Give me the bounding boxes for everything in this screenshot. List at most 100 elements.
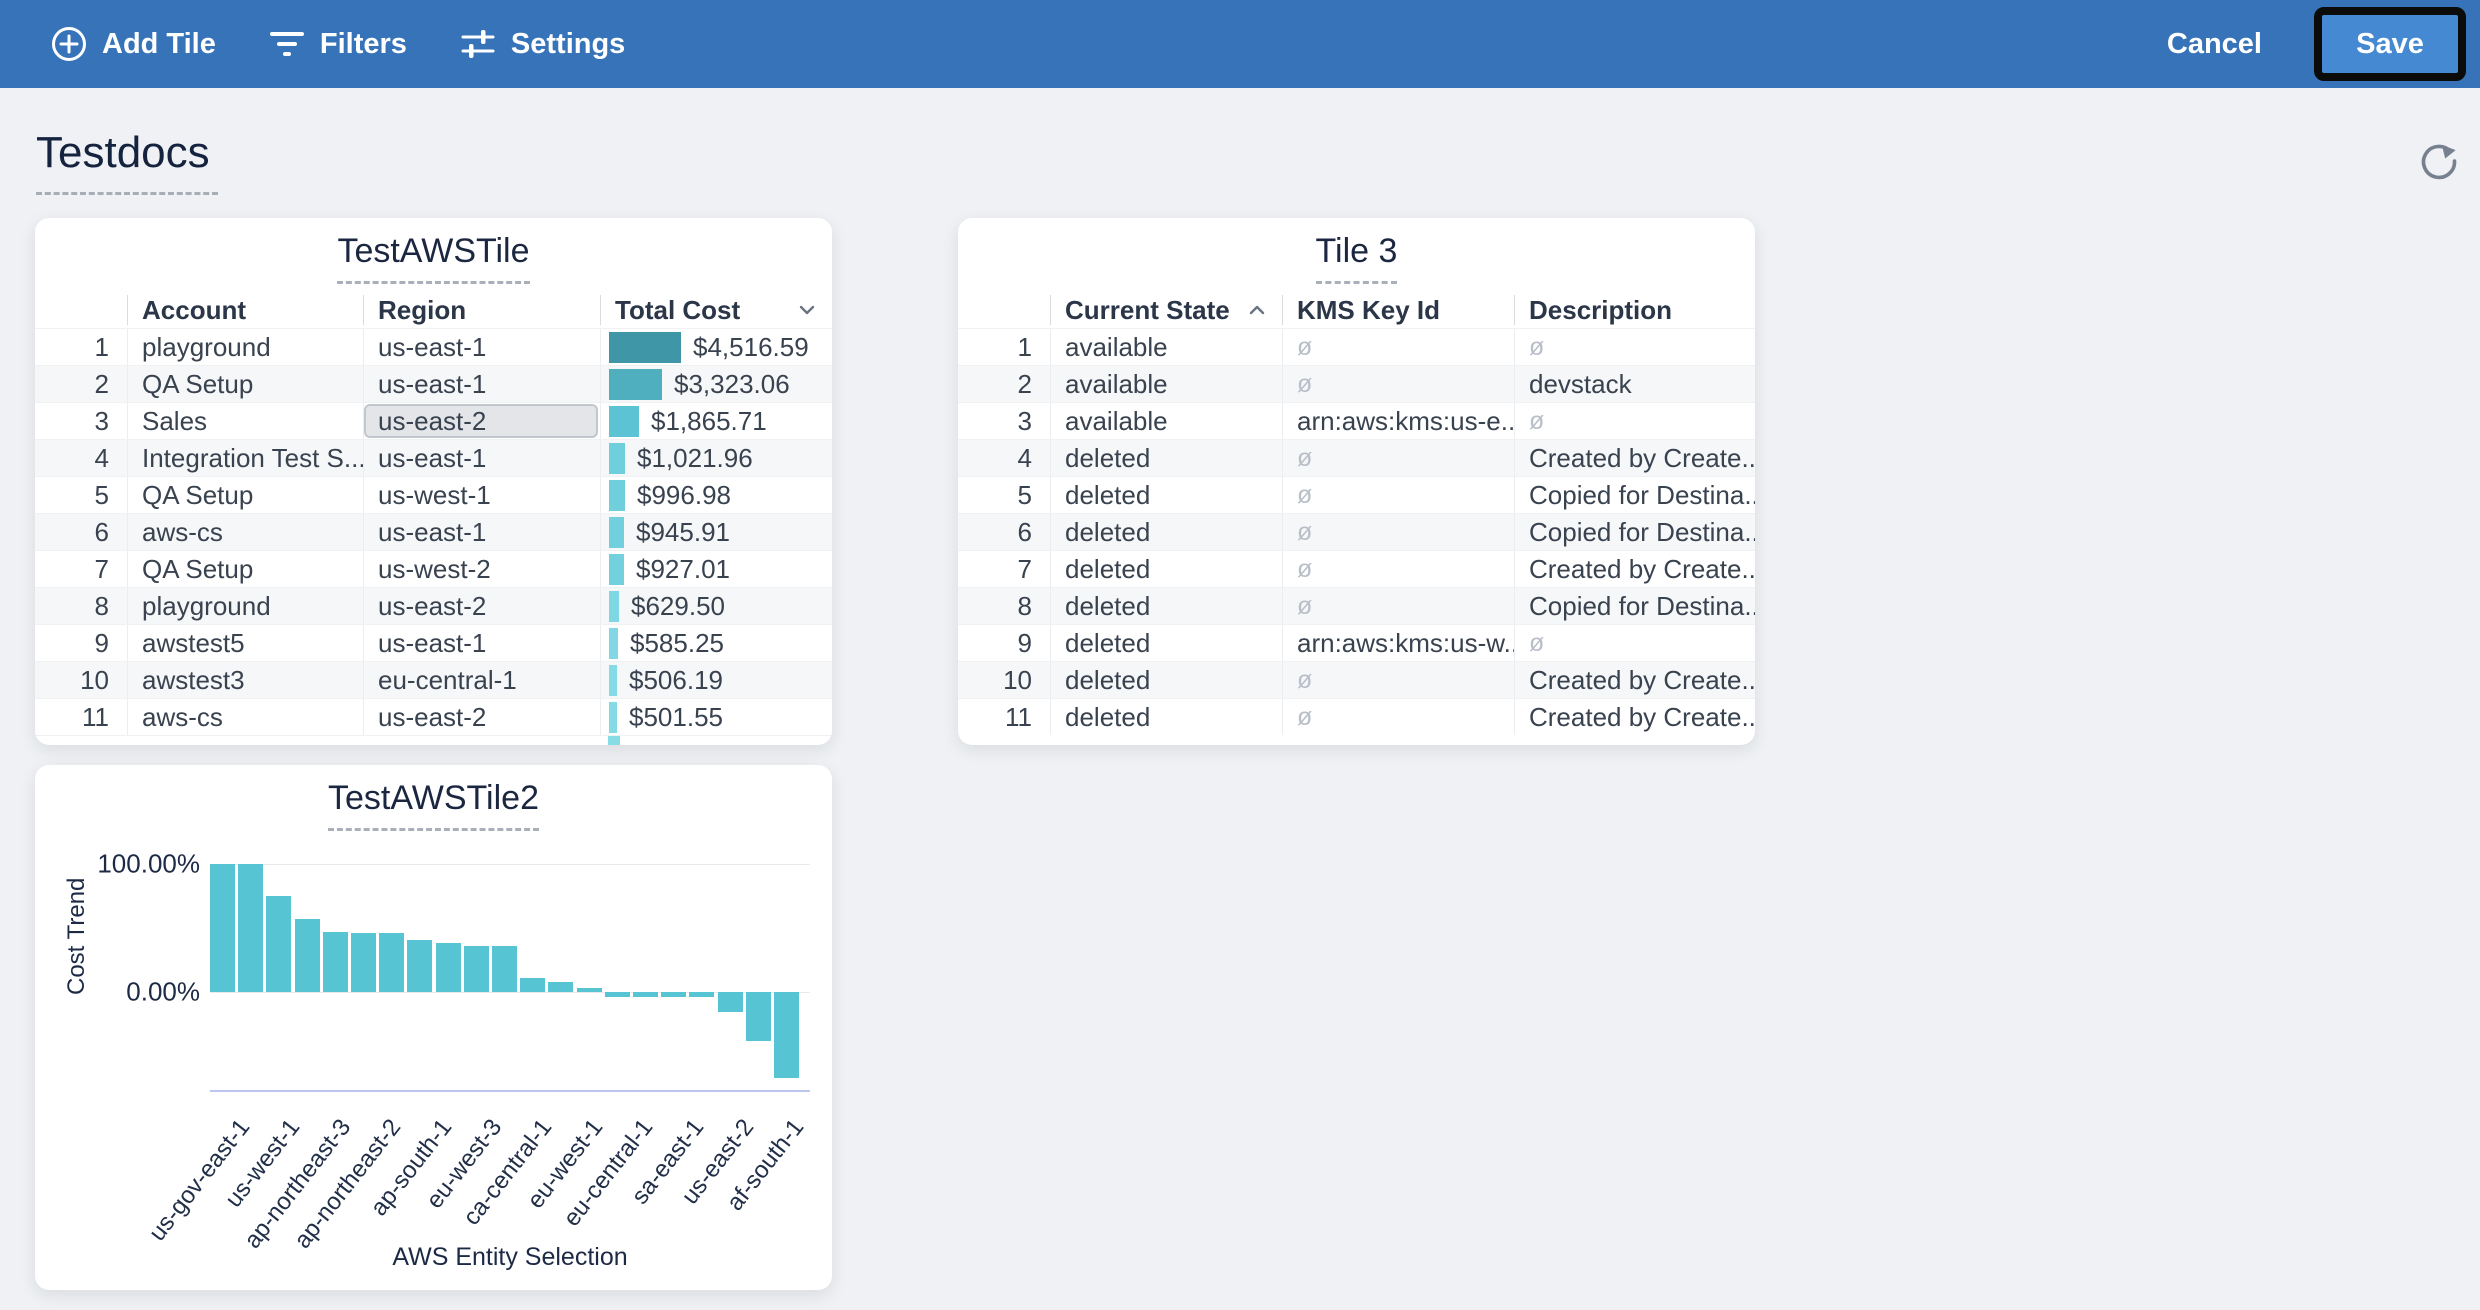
cell-description[interactable]: Copied for Destina...: [1514, 588, 1755, 624]
cell-account[interactable]: QA Setup: [127, 551, 363, 587]
cell-total-cost[interactable]: $1,865.71: [600, 403, 832, 439]
cell-kms-key-id[interactable]: ø: [1282, 551, 1514, 587]
chart-bar[interactable]: [520, 978, 545, 992]
cell-kms-key-id[interactable]: ø: [1282, 588, 1514, 624]
cell-current-state[interactable]: deleted: [1050, 588, 1282, 624]
chart-bar[interactable]: [351, 933, 376, 992]
column-header-current-state[interactable]: Current State: [1050, 295, 1282, 325]
cell-region[interactable]: us-east-1: [363, 440, 600, 476]
chart-bar[interactable]: [210, 864, 235, 992]
cell-account[interactable]: aws-cs: [127, 699, 363, 735]
cell-total-cost[interactable]: $4,516.59: [600, 329, 832, 365]
cell-kms-key-id[interactable]: ø: [1282, 514, 1514, 550]
chart-bar[interactable]: [407, 940, 432, 992]
cell-description[interactable]: ø: [1514, 625, 1755, 661]
cell-region[interactable]: us-east-2: [363, 403, 600, 439]
cell-kms-key-id[interactable]: arn:aws:kms:us-w...: [1282, 625, 1514, 661]
refresh-icon[interactable]: [2416, 138, 2462, 184]
cell-region[interactable]: us-west-2: [363, 551, 600, 587]
column-header-description[interactable]: Description: [1514, 295, 1755, 325]
cell-current-state[interactable]: deleted: [1050, 514, 1282, 550]
cell-current-state[interactable]: deleted: [1050, 699, 1282, 735]
chart-bar[interactable]: [436, 943, 461, 992]
cancel-button[interactable]: Cancel: [2167, 28, 2262, 61]
chart-bar[interactable]: [379, 933, 404, 992]
cell-current-state[interactable]: available: [1050, 403, 1282, 439]
chart-bar[interactable]: [661, 992, 686, 997]
cell-region[interactable]: us-east-2: [363, 588, 600, 624]
cell-kms-key-id[interactable]: arn:aws:kms:us-e...: [1282, 403, 1514, 439]
cell-account[interactable]: awstest3: [127, 662, 363, 698]
cell-region[interactable]: eu-central-1: [363, 662, 600, 698]
cell-current-state[interactable]: deleted: [1050, 551, 1282, 587]
cell-kms-key-id[interactable]: ø: [1282, 662, 1514, 698]
cell-kms-key-id[interactable]: ø: [1282, 477, 1514, 513]
cell-total-cost[interactable]: $1,021.96: [600, 440, 832, 476]
cell-kms-key-id[interactable]: ø: [1282, 699, 1514, 735]
cell-account[interactable]: QA Setup: [127, 477, 363, 513]
cell-region[interactable]: us-east-2: [363, 699, 600, 735]
cell-account[interactable]: playground: [127, 588, 363, 624]
cell-total-cost[interactable]: $3,323.06: [600, 366, 832, 402]
cell-description[interactable]: ø: [1514, 329, 1755, 365]
cell-total-cost[interactable]: $945.91: [600, 514, 832, 550]
cell-description[interactable]: Copied for Destina...: [1514, 514, 1755, 550]
cell-current-state[interactable]: available: [1050, 329, 1282, 365]
chart-bar[interactable]: [577, 988, 602, 992]
tile-title[interactable]: Tile 3: [1316, 232, 1398, 284]
chart-bar[interactable]: [774, 992, 799, 1078]
cell-current-state[interactable]: deleted: [1050, 625, 1282, 661]
cell-account[interactable]: QA Setup: [127, 366, 363, 402]
cell-current-state[interactable]: deleted: [1050, 440, 1282, 476]
cell-account[interactable]: awstest5: [127, 625, 363, 661]
settings-button[interactable]: Settings: [459, 25, 625, 63]
cell-total-cost[interactable]: $501.55: [600, 699, 832, 735]
chart-bar[interactable]: [605, 992, 630, 997]
chart-bar[interactable]: [492, 946, 517, 992]
cell-account[interactable]: aws-cs: [127, 514, 363, 550]
cell-description[interactable]: Created by Create...: [1514, 551, 1755, 587]
cell-account[interactable]: playground: [127, 329, 363, 365]
chart-bar[interactable]: [746, 992, 771, 1041]
tile-title[interactable]: TestAWSTile: [337, 232, 529, 284]
cell-region[interactable]: us-east-1: [363, 514, 600, 550]
chart-bar[interactable]: [689, 992, 714, 997]
chart-bar[interactable]: [718, 992, 743, 1012]
dashboard-title[interactable]: Testdocs: [36, 128, 218, 195]
add-tile-button[interactable]: Add Tile: [50, 25, 216, 63]
chart-bar[interactable]: [323, 932, 348, 992]
column-header-total-cost[interactable]: Total Cost: [600, 295, 832, 325]
cell-kms-key-id[interactable]: ø: [1282, 329, 1514, 365]
tile-title[interactable]: TestAWSTile2: [328, 779, 539, 831]
cell-region[interactable]: us-east-1: [363, 366, 600, 402]
cell-total-cost[interactable]: $927.01: [600, 551, 832, 587]
cell-description[interactable]: Created by Create...: [1514, 699, 1755, 735]
chart-bar[interactable]: [464, 946, 489, 992]
chart-bar[interactable]: [633, 992, 658, 997]
cell-account[interactable]: Sales: [127, 403, 363, 439]
cell-description[interactable]: Created by Create...: [1514, 662, 1755, 698]
cell-region[interactable]: us-west-1: [363, 477, 600, 513]
cell-account[interactable]: Integration Test S...: [127, 440, 363, 476]
column-header-account[interactable]: Account: [127, 295, 363, 325]
cell-region[interactable]: us-east-1: [363, 329, 600, 365]
cell-kms-key-id[interactable]: ø: [1282, 366, 1514, 402]
cell-current-state[interactable]: deleted: [1050, 477, 1282, 513]
chart-bar[interactable]: [295, 919, 320, 992]
cell-kms-key-id[interactable]: ø: [1282, 440, 1514, 476]
chart-bar[interactable]: [548, 982, 573, 992]
cell-total-cost[interactable]: $506.19: [600, 662, 832, 698]
chart-bar[interactable]: [238, 864, 263, 992]
cell-total-cost[interactable]: $629.50: [600, 588, 832, 624]
selected-cell[interactable]: us-east-2: [364, 404, 598, 438]
save-button[interactable]: Save: [2322, 15, 2458, 73]
cell-total-cost[interactable]: $585.25: [600, 625, 832, 661]
cell-description[interactable]: ø: [1514, 403, 1755, 439]
cell-description[interactable]: Created by Create...: [1514, 440, 1755, 476]
cell-total-cost[interactable]: $996.98: [600, 477, 832, 513]
cell-current-state[interactable]: deleted: [1050, 662, 1282, 698]
cell-description[interactable]: Copied for Destina...: [1514, 477, 1755, 513]
cell-region[interactable]: us-east-1: [363, 625, 600, 661]
cell-current-state[interactable]: available: [1050, 366, 1282, 402]
cell-description[interactable]: devstack: [1514, 366, 1755, 402]
